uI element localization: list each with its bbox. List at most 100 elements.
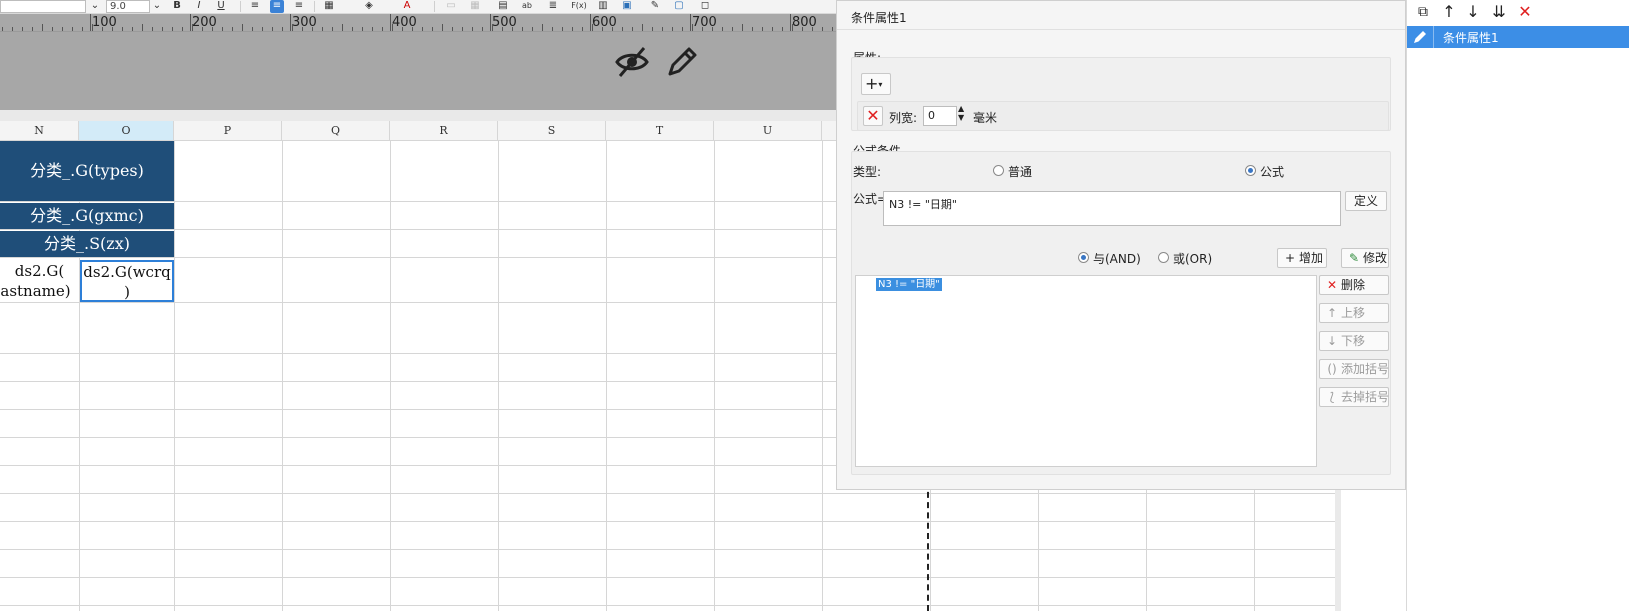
add-bracket-button[interactable]: () 添加括号 [1319,359,1389,379]
bracket-icon: () [1327,362,1337,376]
cell-types[interactable]: 分类_.G(types) [0,141,174,201]
ruler-minor-tick [152,27,153,31]
ruler-minor-tick [682,27,683,31]
text-format-icon[interactable]: ab [520,0,534,13]
ruler-major-tick [290,14,291,31]
column-header[interactable]: R [390,121,498,141]
cell-o3-selected[interactable]: ds2.G(wcrq ) [80,260,174,302]
pencil-icon [1414,31,1426,43]
formula-input[interactable]: N3 != "日期" [883,191,1341,226]
ruler-minor-tick [692,24,693,31]
cell-zx[interactable]: 分类_.S(zx) [0,231,174,257]
fill-color-icon[interactable]: ◈ [362,0,376,13]
brush-icon[interactable]: ✎ [648,0,662,13]
add-condition-button[interactable]: + 增加 [1277,248,1327,268]
align-right-icon[interactable]: ≡ [292,0,306,13]
ruler-minor-tick [792,24,793,31]
grid-column-line [822,141,823,611]
move-down-button[interactable]: ↓ 下移 [1319,331,1389,351]
italic-icon[interactable]: I [192,0,206,13]
dialog-title: 条件属性1 [851,11,907,25]
ruler-minor-tick [802,27,803,31]
ruler-label: 700 [692,15,717,30]
define-button[interactable]: 定义 [1345,191,1387,211]
app-root: ⌄ 9.0 ⌄ B I U ≡ ≡ ≡ ▦ ◈ A ▭ ▦ ▤ ab ≣ F(x… [0,0,1641,611]
image-icon[interactable]: ▣ [620,0,634,13]
wrap-text-icon[interactable]: ▤ [496,0,510,13]
column-header[interactable]: P [174,121,282,141]
delete-condition-button[interactable]: ✕ 删除 [1319,275,1389,295]
delete-x-icon[interactable]: ✕ [863,106,883,126]
formula-icon[interactable]: F(x) [570,0,588,13]
or-radio[interactable] [1158,252,1169,263]
condition-item-selected[interactable]: N3 != "日期" [876,278,942,291]
button-label: 删除 [1341,278,1366,292]
font-color-icon[interactable]: A [400,0,414,13]
column-width-input[interactable]: 0 [923,106,957,126]
hide-eye-icon[interactable] [614,44,650,80]
horizontal-ruler: 100 200 300 400 500 600 700 800 [0,14,836,32]
column-header[interactable]: Q [282,121,390,141]
cell-gxmc[interactable]: 分类_.G(gxmc) [0,203,174,229]
condition-item-label: 条件属性1 [1443,31,1499,45]
divider [1433,26,1434,48]
cell-n3[interactable]: ds2.G( astname) [0,261,79,301]
ruler-major-tick [90,14,91,31]
ruler-label: 600 [592,15,617,30]
sheet-icon[interactable]: ▢ [672,0,686,13]
merge-icon[interactable]: ▭ [444,0,458,13]
grid-column-line [606,141,607,611]
font-name-field[interactable] [0,0,86,13]
ruler-minor-tick [582,27,583,31]
border-icon[interactable]: ▦ [322,0,336,13]
ruler-minor-tick [742,24,743,31]
ruler-label: 300 [292,15,317,30]
add-attribute-button[interactable]: +▾ [861,73,891,95]
ruler-minor-tick [452,27,453,31]
font-size-field[interactable]: 9.0 [106,0,150,13]
move-up-button[interactable]: ↑ 上移 [1319,303,1389,323]
ruler-minor-tick [432,27,433,31]
column-header[interactable]: U [714,121,822,141]
condition-list[interactable]: N3 != "日期" [855,275,1317,467]
ruler-minor-tick [472,27,473,31]
column-header-selected[interactable]: O [79,121,174,141]
sort-icon[interactable]: ⇊ [1489,2,1509,22]
toolbar-divider [314,1,315,12]
type-formula-radio[interactable] [1245,165,1256,176]
edit-pencil-icon[interactable] [664,44,700,80]
ruler-minor-tick [722,27,723,31]
shape-icon[interactable]: ◻ [698,0,712,13]
dropdown-icon[interactable]: ⌄ [88,0,102,13]
chart-icon[interactable]: ▥ [596,0,610,13]
ruler-major-tick [590,14,591,31]
delete-x-icon[interactable]: ✕ [1515,2,1535,22]
formula-label: 公式= [853,192,888,206]
column-header[interactable]: S [498,121,606,141]
grid-column-line [390,141,391,611]
underline-icon[interactable]: U [214,0,228,13]
type-normal-radio[interactable] [993,165,1004,176]
copy-icon[interactable]: ⧉ [1413,2,1433,22]
toolbar-divider [434,1,435,12]
button-label: 增加 [1299,251,1324,265]
align-icon[interactable]: ≣ [546,0,560,13]
bold-icon[interactable]: B [170,0,184,13]
split-icon[interactable]: ▦ [468,0,482,13]
arrow-up-icon[interactable]: ↑ [1439,2,1459,22]
column-header[interactable]: T [606,121,714,141]
ruler-label: 800 [792,15,817,30]
column-header[interactable]: N [0,121,79,141]
button-label: 去掉括号 [1341,390,1390,404]
width-stepper[interactable]: ▲ ▼ [958,104,964,122]
remove-bracket-button[interactable]: ⟅ 去掉括号 [1319,387,1389,407]
align-center-icon[interactable]: ≡ [270,0,284,13]
align-left-icon[interactable]: ≡ [248,0,262,13]
type-label: 类型: [853,165,882,179]
dropdown-icon[interactable]: ⌄ [150,0,164,13]
ruler-minor-tick [142,24,143,31]
modify-condition-button[interactable]: ✎ 修改 [1341,248,1389,268]
condition-list-item-selected[interactable]: 条件属性1 [1407,26,1629,48]
arrow-down-icon[interactable]: ↓ [1463,2,1483,22]
and-radio[interactable] [1078,252,1089,263]
